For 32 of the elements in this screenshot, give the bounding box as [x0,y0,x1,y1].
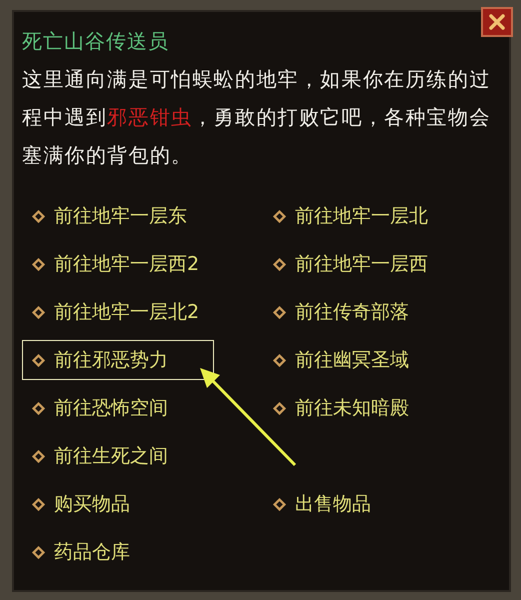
teleport-option[interactable]: 前往未知暗殿 [263,388,418,428]
diamond-icon [31,304,46,320]
teleport-option[interactable]: 前往地牢一层西2 [22,244,208,284]
teleport-option[interactable]: 前往恐怖空间 [22,388,177,428]
diamond-icon [31,544,46,560]
diamond-icon [31,496,46,512]
diamond-icon [272,496,287,512]
teleport-option[interactable]: 前往幽冥圣域 [263,340,418,380]
diamond-icon [272,256,287,272]
close-icon [487,12,507,32]
diamond-icon [31,400,46,416]
teleport-option[interactable]: 前往地牢一层北 [263,196,437,236]
diamond-icon [31,448,46,464]
window-title: 死亡山谷传送员 [22,28,170,55]
diamond-icon [272,352,287,368]
description-text: 这里通向满是可怕蜈蚣的地牢，如果你在历练的过程中遇到邪恶钳虫，勇敢的打败它吧，各种宝物会塞满你的背包的。 [22,66,492,169]
diamond-icon [31,256,46,272]
diamond-icon [272,400,287,416]
diamond-icon [272,208,287,224]
teleport-option[interactable]: 前往邪恶势力 [22,340,214,380]
teleport-option[interactable]: 前往地牢一层北2 [22,292,208,332]
diamond-icon [31,352,46,368]
teleport-option[interactable]: 前往生死之间 [22,436,177,476]
diamond-icon [31,208,46,224]
diamond-icon [272,304,287,320]
close-button[interactable] [481,7,513,37]
teleport-option[interactable]: 出售物品 [263,484,380,524]
teleport-option[interactable]: 前往传奇部落 [263,292,418,332]
teleport-option[interactable]: 药品仓库 [22,532,139,572]
teleport-option[interactable]: 前往地牢一层西 [263,244,437,284]
teleport-option[interactable]: 购买物品 [22,484,139,524]
teleport-option[interactable]: 前往地牢一层东 [22,196,196,236]
